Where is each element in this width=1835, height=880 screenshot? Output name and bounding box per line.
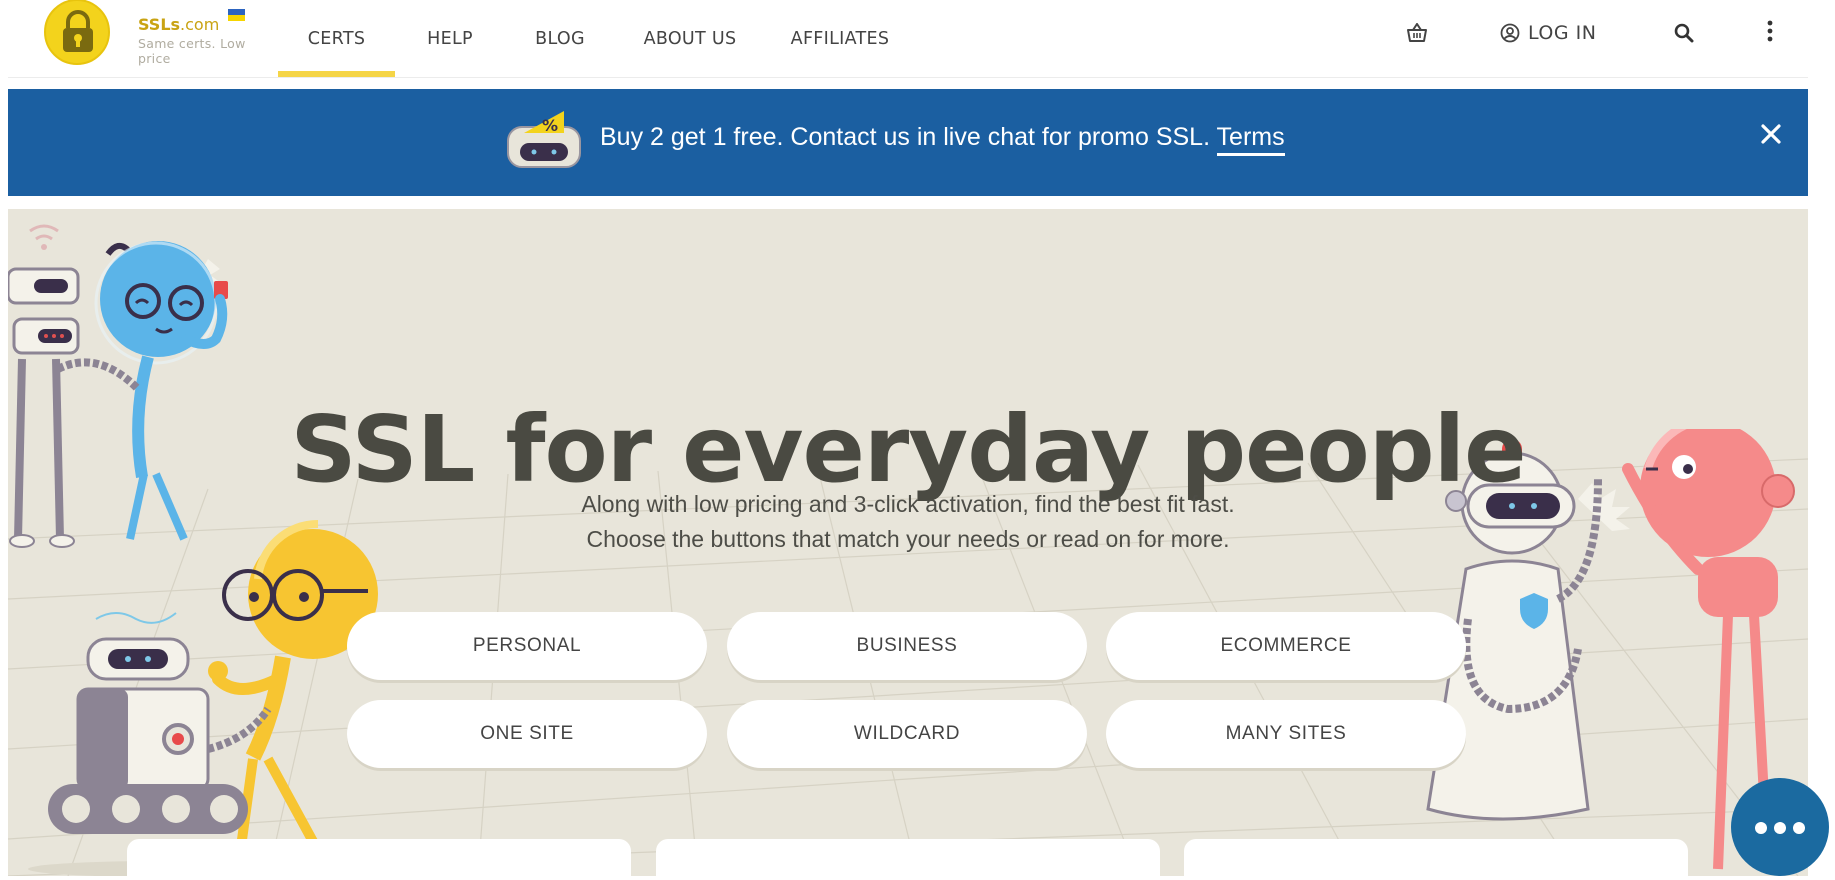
site-header: SSLs.com Same certs. Low price CERTS HEL… xyxy=(8,0,1808,78)
wildcard-button[interactable]: WILDCARD xyxy=(727,700,1087,768)
nav-affiliates[interactable]: AFFILIATES xyxy=(765,0,915,77)
cart-icon xyxy=(1407,23,1427,42)
hero-subtitle-line-2: Choose the buttons that match your needs… xyxy=(586,526,1230,552)
live-chat-button[interactable] xyxy=(1731,778,1829,876)
user-icon xyxy=(1500,23,1520,43)
ukraine-flag-icon xyxy=(228,9,245,21)
product-card[interactable] xyxy=(127,839,631,876)
one-site-button[interactable]: ONE SITE xyxy=(347,700,707,768)
site-logo[interactable]: SSLs.com Same certs. Low price xyxy=(36,0,266,66)
terms-link[interactable]: Terms xyxy=(1216,123,1285,156)
promo-robot-illustration: % xyxy=(507,111,581,168)
promo-message: Buy 2 get 1 free. Contact us in live cha… xyxy=(600,123,1211,151)
hero-section: SSL for everyday people Along with low p… xyxy=(8,209,1808,876)
promo-banner: % Buy 2 get 1 free. Contact us in live c… xyxy=(8,89,1808,196)
login-button[interactable]: LOG IN xyxy=(1500,20,1596,46)
product-card[interactable] xyxy=(656,839,1160,876)
svg-text:%: % xyxy=(542,116,558,135)
hero-subtitle: Along with low pricing and 3-click activ… xyxy=(8,487,1808,557)
chat-bubble-icon xyxy=(1755,822,1805,834)
nav-blog[interactable]: BLOG xyxy=(505,0,615,77)
padlock-logo-icon xyxy=(44,0,110,65)
nav-certs[interactable]: CERTS xyxy=(278,0,395,77)
search-icon xyxy=(1674,23,1694,43)
main-nav: CERTS HELP BLOG ABOUT US AFFILIATES xyxy=(278,0,915,77)
more-menu-button[interactable] xyxy=(1766,18,1774,44)
business-button[interactable]: BUSINESS xyxy=(727,612,1087,680)
ecommerce-button[interactable]: ECOMMERCE xyxy=(1106,612,1466,680)
product-card[interactable] xyxy=(1184,839,1688,876)
yellow-character-illustration xyxy=(28,519,378,876)
promo-text: Buy 2 get 1 free. Contact us in live cha… xyxy=(600,123,1285,156)
logo-tagline: Same certs. Low price xyxy=(138,36,246,66)
logo-wordmark: SSLs.com xyxy=(138,15,220,34)
login-label: LOG IN xyxy=(1528,22,1597,44)
nav-help[interactable]: HELP xyxy=(395,0,505,77)
close-icon[interactable] xyxy=(1756,119,1786,149)
hero-subtitle-line-1: Along with low pricing and 3-click activ… xyxy=(581,491,1235,517)
many-sites-button[interactable]: MANY SITES xyxy=(1106,700,1466,768)
personal-button[interactable]: PERSONAL xyxy=(347,612,707,680)
nav-about-us[interactable]: ABOUT US xyxy=(615,0,765,77)
more-vertical-icon xyxy=(1767,20,1773,42)
search-button[interactable] xyxy=(1674,20,1694,46)
cart-button[interactable] xyxy=(1406,20,1428,46)
